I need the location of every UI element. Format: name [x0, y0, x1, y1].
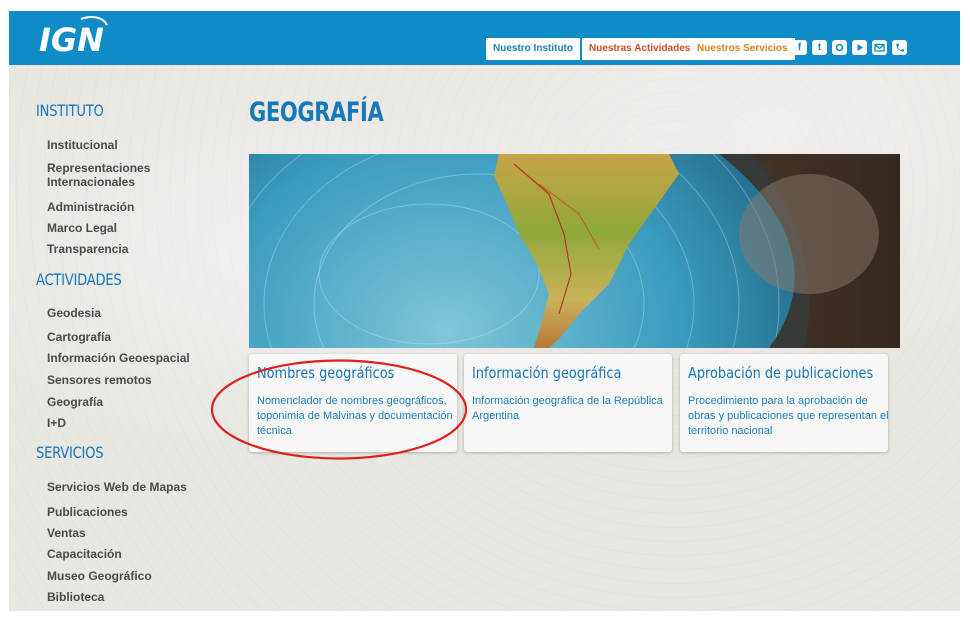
card-nombres-geograficos[interactable]: Nombres geográficos Nomenclador de nombr… [249, 354, 457, 452]
ign-logo[interactable]: IGN [37, 13, 109, 59]
page-frame: IGN Nuestro Instituto Nuestras Actividad… [9, 11, 960, 611]
sidebar-item-capacitacion[interactable]: Capacitación [47, 547, 122, 561]
hero-globe-image [249, 154, 900, 348]
sidebar-heading-actividades[interactable]: ACTIVIDADES [36, 270, 122, 289]
sidebar-item-servicios-web[interactable]: Servicios Web de Mapas [47, 480, 187, 494]
sidebar-item-i-d[interactable]: I+D [47, 416, 66, 430]
sidebar-item-sensores-remotos[interactable]: Sensores remotos [47, 373, 152, 387]
facebook-icon[interactable]: f [792, 40, 807, 55]
sidebar-item-transparencia[interactable]: Transparencia [47, 242, 128, 256]
nav-nuestros-servicios[interactable]: Nuestros Servicios [690, 38, 795, 60]
sidebar-item-administracion[interactable]: Administración [47, 200, 134, 214]
sidebar-item-marco-legal[interactable]: Marco Legal [47, 221, 117, 235]
sidebar-item-representaciones[interactable]: Representaciones Internacionales [47, 161, 177, 189]
sidebar-item-ventas[interactable]: Ventas [47, 526, 86, 540]
email-icon[interactable] [872, 40, 887, 55]
card-title[interactable]: Información geográfica [472, 364, 621, 382]
sidebar-item-cartografia[interactable]: Cartografía [47, 330, 111, 344]
youtube-icon[interactable] [852, 40, 867, 55]
sidebar-item-institucional[interactable]: Institucional [47, 138, 118, 152]
nav-nuestras-actividades[interactable]: Nuestras Actividades [582, 38, 698, 60]
card-informacion-geografica[interactable]: Información geográfica Información geogr… [464, 354, 672, 452]
sidebar-item-geodesia[interactable]: Geodesia [47, 306, 101, 320]
sidebar-heading-instituto[interactable]: INSTITUTO [36, 101, 104, 120]
twitter-icon[interactable]: t [812, 40, 827, 55]
sidebar-heading-servicios[interactable]: SERVICIOS [36, 443, 104, 462]
sidebar-item-museo-geografico[interactable]: Museo Geográfico [47, 569, 152, 583]
nav-nuestro-instituto[interactable]: Nuestro Instituto [486, 38, 580, 60]
sidebar-item-informacion-geoespacial[interactable]: Información Geoespacial [47, 351, 190, 365]
instagram-icon[interactable] [832, 40, 847, 55]
svg-text:IGN: IGN [39, 21, 104, 59]
sidebar-item-geografia[interactable]: Geografía [47, 395, 103, 409]
card-description[interactable]: Nomenclador de nombres geográficos, topo… [257, 394, 457, 439]
header-bar: IGN Nuestro Instituto Nuestras Actividad… [9, 11, 960, 65]
page-title: GEOGRAFÍA [249, 97, 384, 128]
card-aprobacion-publicaciones[interactable]: Aprobación de publicaciones Procedimient… [680, 354, 889, 452]
sidebar-item-publicaciones[interactable]: Publicaciones [47, 505, 128, 519]
sidebar-item-biblioteca[interactable]: Biblioteca [47, 590, 104, 604]
card-title[interactable]: Nombres geográficos [257, 364, 394, 382]
phone-icon[interactable] [892, 40, 907, 55]
card-description[interactable]: Información geográfica de la República A… [472, 394, 667, 424]
card-description[interactable]: Procedimiento para la aprobación de obra… [688, 394, 893, 439]
card-title[interactable]: Aprobación de publicaciones [688, 364, 873, 382]
